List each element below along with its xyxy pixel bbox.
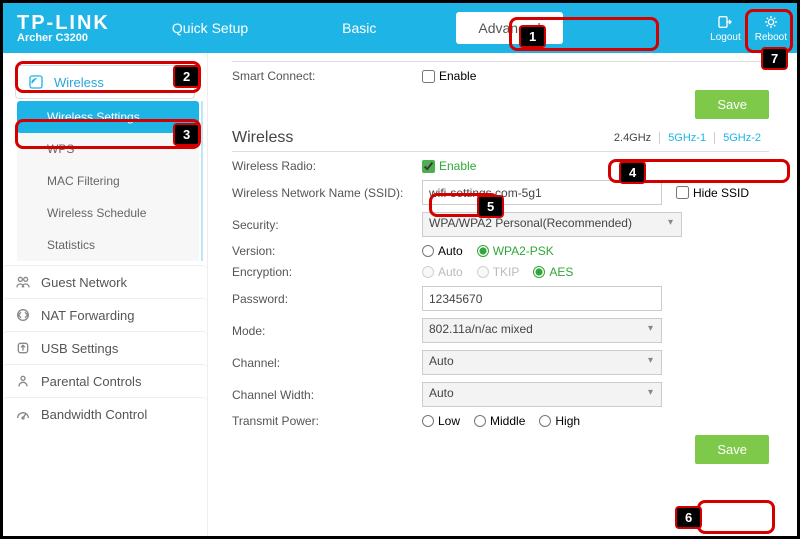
- divider: [232, 61, 769, 62]
- tab-quick-setup[interactable]: Quick Setup: [150, 12, 270, 44]
- save-button-top[interactable]: Save: [695, 90, 769, 119]
- logout-button[interactable]: Logout: [710, 14, 741, 43]
- sidebar-sub-statistics[interactable]: Statistics: [17, 229, 199, 261]
- enc-aes[interactable]: AES: [533, 265, 573, 279]
- sidebar-sub-wps[interactable]: WPS: [17, 133, 199, 165]
- encryption-label: Encryption:: [232, 265, 422, 279]
- parental-icon: [15, 373, 31, 389]
- version-auto[interactable]: Auto: [422, 244, 463, 258]
- mode-select[interactable]: 802.11a/n/ac mixed: [422, 318, 662, 343]
- mode-label: Mode:: [232, 324, 422, 338]
- tx-label: Transmit Power:: [232, 414, 422, 428]
- security-select[interactable]: WPA/WPA2 Personal(Recommended): [422, 212, 682, 237]
- logout-icon: [717, 14, 733, 30]
- password-label: Password:: [232, 292, 422, 306]
- usb-label: USB Settings: [41, 341, 118, 356]
- band-tabs: 2.4GHz 5GHz-1 5GHz-2: [606, 132, 769, 144]
- wireless-radio-checkbox[interactable]: [422, 160, 435, 173]
- row-ssid: Wireless Network Name (SSID): Hide SSID: [232, 180, 769, 205]
- brand: TP-LINK Archer C3200: [17, 13, 110, 44]
- reboot-icon: [763, 14, 779, 30]
- nat-label: NAT Forwarding: [41, 308, 134, 323]
- row-mode: Mode: 802.11a/n/ac mixed: [232, 318, 769, 343]
- enc-tkip: TKIP: [477, 265, 520, 279]
- enc-auto: Auto: [422, 265, 463, 279]
- sidebar-item-guest-network[interactable]: Guest Network: [3, 265, 207, 298]
- nat-icon: [15, 307, 31, 323]
- smart-connect-checkbox[interactable]: [422, 70, 435, 83]
- parental-label: Parental Controls: [41, 374, 141, 389]
- smart-connect-label: Smart Connect:: [232, 69, 422, 83]
- smart-connect-enable-label: Enable: [439, 69, 476, 83]
- wireless-section-title: Wireless: [232, 129, 293, 147]
- tx-high[interactable]: High: [539, 414, 580, 428]
- tx-middle[interactable]: Middle: [474, 414, 525, 428]
- tab-basic[interactable]: Basic: [320, 12, 398, 44]
- sidebar-item-wireless[interactable]: Wireless: [15, 65, 195, 99]
- band-2.4ghz[interactable]: 2.4GHz: [606, 132, 659, 144]
- hide-ssid-label: Hide SSID: [693, 186, 749, 200]
- guest-icon: [15, 274, 31, 290]
- row-version: Version: Auto WPA2-PSK: [232, 244, 769, 258]
- hide-ssid-checkbox[interactable]: [676, 186, 689, 199]
- version-label: Version:: [232, 244, 422, 258]
- brand-model: Archer C3200: [17, 33, 110, 44]
- sidebar-item-usb-settings[interactable]: USB Settings: [3, 331, 207, 364]
- sidebar-item-parental-controls[interactable]: Parental Controls: [3, 364, 207, 397]
- version-wpa2psk[interactable]: WPA2-PSK: [477, 244, 554, 258]
- sidebar-item-bandwidth-control[interactable]: Bandwidth Control: [3, 397, 207, 430]
- sidebar-sub-mac-filtering[interactable]: MAC Filtering: [17, 165, 199, 197]
- guest-label: Guest Network: [41, 275, 127, 290]
- reboot-label: Reboot: [755, 32, 787, 43]
- channel-select[interactable]: Auto: [422, 350, 662, 375]
- tx-low[interactable]: Low: [422, 414, 460, 428]
- smart-connect-save-row: Save: [232, 90, 769, 119]
- ssid-input[interactable]: [422, 180, 662, 205]
- wireless-save-row: Save: [232, 435, 769, 464]
- wireless-radio-label: Wireless Radio:: [232, 159, 422, 173]
- sidebar-item-nat-forwarding[interactable]: NAT Forwarding: [3, 298, 207, 331]
- row-security: Security: WPA/WPA2 Personal(Recommended): [232, 212, 769, 237]
- wireless-section-title-row: Wireless 2.4GHz 5GHz-1 5GHz-2: [232, 129, 769, 147]
- reboot-button[interactable]: Reboot: [755, 14, 787, 43]
- band-5ghz-2[interactable]: 5GHz-2: [714, 132, 769, 144]
- sidebar-bottom: Guest Network NAT Forwarding USB Setting…: [3, 265, 207, 430]
- sidebar-wireless-label: Wireless: [54, 75, 104, 90]
- wireless-radio-enable-label: Enable: [439, 159, 476, 173]
- row-tx-power: Transmit Power: Low Middle High: [232, 414, 769, 428]
- main-tabs: Quick Setup Basic Advanced: [150, 12, 710, 44]
- row-channel: Channel: Auto: [232, 350, 769, 375]
- wireless-radio-enable[interactable]: Enable: [422, 159, 476, 173]
- brand-logo: TP-LINK: [17, 13, 110, 33]
- smart-connect-enable[interactable]: Enable: [422, 69, 476, 83]
- row-smart-connect: Smart Connect: Enable: [232, 69, 769, 83]
- bandwidth-icon: [15, 406, 31, 422]
- password-input[interactable]: [422, 286, 662, 311]
- channel-label: Channel:: [232, 356, 422, 370]
- save-button-bottom[interactable]: Save: [695, 435, 769, 464]
- sidebar-sub-wireless-schedule[interactable]: Wireless Schedule: [17, 197, 199, 229]
- divider: [232, 151, 769, 152]
- sidebar: Wireless Wireless Settings WPS MAC Filte…: [3, 53, 208, 536]
- content-panel: Smart Connect: Enable Save Wireless 2.4G…: [208, 53, 797, 536]
- cwidth-select[interactable]: Auto: [422, 382, 662, 407]
- hide-ssid[interactable]: Hide SSID: [676, 186, 749, 200]
- tab-advanced[interactable]: Advanced: [456, 12, 562, 44]
- row-wireless-radio: Wireless Radio: Enable: [232, 159, 769, 173]
- row-encryption: Encryption: Auto TKIP AES: [232, 265, 769, 279]
- sidebar-sub-wireless-settings[interactable]: Wireless Settings: [17, 101, 199, 133]
- header-bar: TP-LINK Archer C3200 Quick Setup Basic A…: [3, 3, 797, 53]
- sidebar-wireless-submenu: Wireless Settings WPS MAC Filtering Wire…: [17, 101, 203, 261]
- usb-icon: [15, 340, 31, 356]
- header-actions: Logout Reboot: [710, 14, 787, 43]
- logout-label: Logout: [710, 32, 741, 43]
- cwidth-label: Channel Width:: [232, 388, 422, 402]
- wifi-icon: [28, 74, 44, 90]
- bandwidth-label: Bandwidth Control: [41, 407, 147, 422]
- security-label: Security:: [232, 218, 422, 232]
- row-password: Password:: [232, 286, 769, 311]
- row-channel-width: Channel Width: Auto: [232, 382, 769, 407]
- ssid-label: Wireless Network Name (SSID):: [232, 186, 422, 200]
- band-5ghz-1[interactable]: 5GHz-1: [659, 132, 714, 144]
